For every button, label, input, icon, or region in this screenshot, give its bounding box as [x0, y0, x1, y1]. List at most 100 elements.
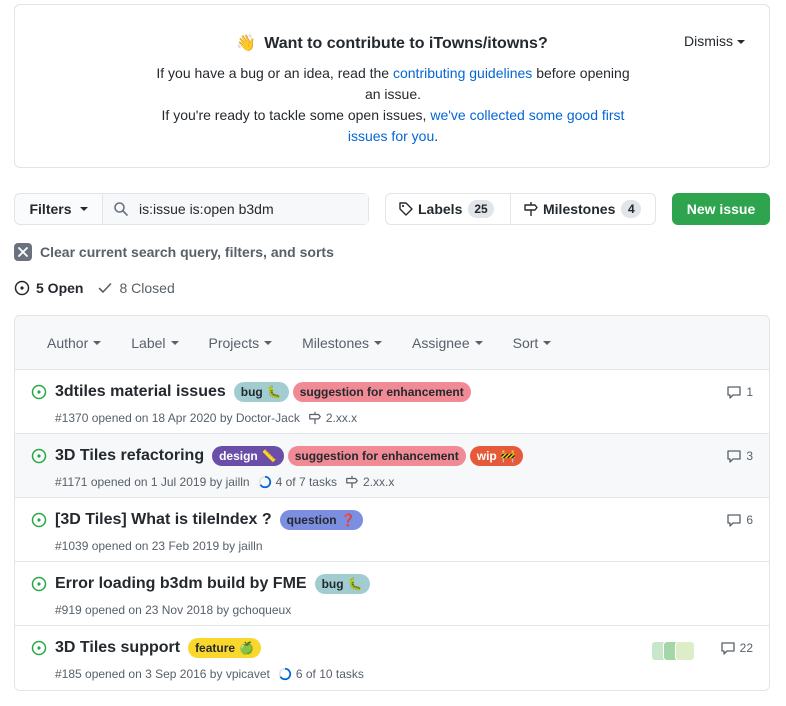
filters-label: Filters — [29, 201, 72, 217]
task-progress-text: 4 of 7 tasks — [275, 475, 337, 489]
issue-label[interactable]: suggestion for enhancement — [287, 446, 466, 466]
clear-query-label: Clear current search query, filters, and… — [40, 244, 334, 260]
issue-states: 5 Open 8 Closed — [14, 280, 189, 296]
sort-filter[interactable]: Sort — [513, 335, 552, 351]
sort-filter-label: Sort — [512, 334, 539, 351]
task-progress: 6 of 10 tasks — [278, 667, 364, 681]
issues-list: Author Label Projects Milestones Assigne… — [14, 315, 770, 691]
issue-row[interactable]: Error loading b3dm build by FME bug 🐛 #919 … — [15, 562, 769, 626]
label-emoji-icon: 🐛 — [347, 577, 363, 591]
issue-label-text: suggestion for enhancement — [299, 385, 464, 399]
milestones-button[interactable]: Milestones 4 — [510, 194, 655, 224]
milestones-label: Milestones — [543, 201, 616, 217]
issue-label[interactable]: feature 🍏 — [188, 638, 262, 658]
issue-title-link[interactable]: 3D Tiles support — [55, 639, 180, 657]
label-filter[interactable]: Label — [131, 335, 179, 351]
issue-label[interactable]: bug 🐛 — [314, 574, 370, 594]
issue-meta-text: #1171 opened on 1 Jul 2019 by jailln — [55, 475, 250, 489]
issue-row[interactable]: [3D Tiles] What is tileIndex ? question ❓ #… — [15, 498, 769, 562]
labels-milestones-group: Labels 25 Milestones 4 — [385, 193, 656, 225]
comment-icon — [726, 512, 746, 528]
comments-link[interactable]: 6 — [726, 512, 753, 528]
issue-title-link[interactable]: 3dtiles material issues — [55, 383, 226, 401]
issue-title-line: 3D Tiles refactoring design 📏 suggestion fo… — [55, 446, 523, 466]
issue-row[interactable]: 3D Tiles support feature 🍏 #185 opened on 3… — [15, 626, 769, 690]
chevron-down-icon — [737, 40, 745, 45]
milestone-text: 2.xx.x — [325, 411, 358, 425]
issue-label[interactable]: question ❓ — [279, 510, 363, 530]
issue-label-text: design — [219, 449, 258, 463]
filters-search-group: Filters — [14, 193, 369, 225]
comment-count: 6 — [746, 513, 753, 527]
issue-title-link[interactable]: 3D Tiles refactoring — [55, 447, 204, 465]
issue-label[interactable]: suggestion for enhancement — [292, 382, 471, 402]
labels-button[interactable]: Labels 25 — [386, 194, 510, 224]
issue-label[interactable]: wip 🚧 — [469, 446, 523, 466]
new-issue-button[interactable]: New issue — [672, 193, 770, 225]
assignee-avatars[interactable] — [651, 641, 695, 661]
issue-label-text: bug — [240, 385, 263, 399]
milestone-icon — [308, 411, 326, 425]
comments-link[interactable]: 3 — [726, 448, 753, 464]
chevron-down-icon — [474, 340, 483, 345]
issue-row[interactable]: 3D Tiles refactoring design 📏 suggestion fo… — [15, 434, 769, 498]
author-filter[interactable]: Author — [47, 335, 102, 351]
filters-button[interactable]: Filters — [15, 194, 103, 224]
issue-opened-icon — [31, 640, 47, 659]
issue-label[interactable]: design 📏 — [212, 446, 284, 466]
issue-meta: #919 opened on 23 Nov 2018 by gchoqueux — [55, 603, 291, 617]
comment-icon — [726, 384, 746, 400]
issue-title-line: [3D Tiles] What is tileIndex ? question ❓ — [55, 510, 363, 530]
chevron-down-icon — [374, 340, 383, 345]
comment-count: 3 — [746, 449, 753, 463]
issue-title-line: Error loading b3dm build by FME bug 🐛 — [55, 574, 370, 594]
banner-title: 👋 Want to contribute to iTowns/itowns? — [15, 33, 769, 53]
contributing-guidelines-link[interactable]: contributing guidelines — [393, 65, 532, 81]
issue-milestone-link[interactable]: 2.xx.x — [308, 411, 357, 425]
label-emoji-icon: 🐛 — [266, 385, 282, 399]
avatar — [675, 641, 695, 661]
projects-filter-label: Projects — [208, 334, 260, 351]
issue-opened-icon — [31, 512, 47, 531]
banner-title-text: Want to contribute to iTowns/itowns? — [264, 35, 548, 52]
milestones-filter-label: Milestones — [302, 334, 370, 351]
closed-issues-label: 8 Closed — [119, 280, 175, 296]
issue-milestone-link[interactable]: 2.xx.x — [345, 475, 394, 489]
labels-label: Labels — [418, 201, 463, 217]
banner-line2-text: If you're ready to tackle some open issu… — [161, 107, 431, 123]
assignee-filter-label: Assignee — [412, 334, 470, 351]
banner-line1-text: If you have a bug or an idea, read the — [156, 65, 393, 81]
search-box — [103, 194, 368, 224]
milestones-filter[interactable]: Milestones — [302, 334, 383, 351]
open-issues-tab[interactable]: 5 Open — [14, 280, 83, 296]
issue-rows: 3dtiles material issues bug 🐛 suggestion fo… — [15, 370, 769, 690]
projects-filter[interactable]: Projects — [209, 335, 273, 351]
comments-link[interactable]: 1 — [726, 384, 753, 400]
search-input[interactable] — [137, 200, 357, 218]
issues-list-header: Author Label Projects Milestones Assigne… — [15, 316, 769, 370]
comments-link[interactable]: 22 — [720, 640, 753, 656]
milestone-text: 2.xx.x — [362, 475, 395, 489]
issue-meta: #185 opened on 3 Sep 2016 by vpicavet 6 o… — [55, 667, 364, 681]
chevron-down-icon — [264, 340, 273, 345]
closed-issues-tab[interactable]: 8 Closed — [97, 280, 175, 296]
dismiss-dropdown[interactable]: Dismiss — [684, 33, 745, 49]
issue-label-text: suggestion for enhancement — [294, 449, 459, 463]
issue-title-line: 3D Tiles support feature 🍏 — [55, 638, 262, 658]
issue-label-text: wip — [476, 449, 497, 463]
issue-title-link[interactable]: [3D Tiles] What is tileIndex ? — [55, 511, 272, 529]
clear-query-link[interactable]: Clear current search query, filters, and… — [14, 243, 334, 261]
issue-meta-text: #919 opened on 23 Nov 2018 by gchoqueux — [55, 603, 292, 617]
labels-count: 25 — [468, 200, 494, 218]
comment-count: 22 — [739, 641, 753, 655]
issue-row[interactable]: 3dtiles material issues bug 🐛 suggestion fo… — [15, 370, 769, 434]
close-icon — [14, 243, 32, 261]
progress-icon — [278, 667, 296, 681]
issue-meta-text: #185 opened on 3 Sep 2016 by vpicavet — [55, 667, 270, 681]
issue-meta-text: #1370 opened on 18 Apr 2020 by Doctor-Ja… — [55, 411, 300, 425]
issue-label[interactable]: bug 🐛 — [233, 382, 289, 402]
issue-meta: #1039 opened on 23 Feb 2019 by jailln — [55, 539, 263, 553]
issue-title-link[interactable]: Error loading b3dm build by FME — [55, 575, 307, 593]
assignee-filter[interactable]: Assignee — [412, 335, 483, 351]
banner-line2-end: . — [434, 128, 439, 144]
